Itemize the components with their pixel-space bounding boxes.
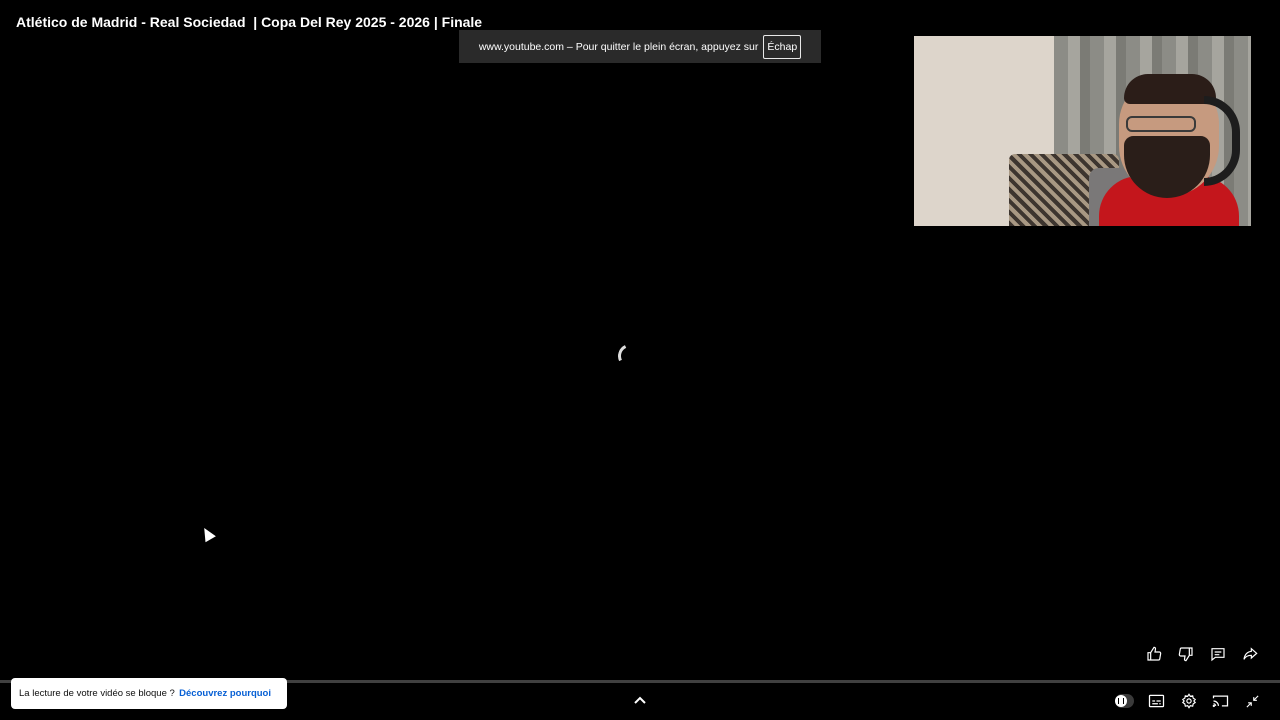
mouse-cursor-icon xyxy=(199,525,216,543)
fullscreen-exit-banner: www.youtube.com – Pour quitter le plein … xyxy=(459,30,821,63)
escape-key-badge: Échap xyxy=(763,34,802,59)
autoplay-toggle[interactable] xyxy=(1115,690,1134,712)
player-controls-right xyxy=(1115,690,1262,712)
playback-notice: La lecture de votre vidéo se bloque ? Dé… xyxy=(11,678,287,709)
settings-icon[interactable] xyxy=(1179,690,1198,712)
playback-notice-text: La lecture de votre vidéo se bloque ? xyxy=(19,688,175,699)
like-icon[interactable] xyxy=(1143,644,1165,664)
fullscreen-banner-text: www.youtube.com – Pour quitter le plein … xyxy=(478,40,759,53)
video-actions xyxy=(1143,644,1261,664)
share-icon[interactable] xyxy=(1239,644,1261,664)
learn-why-link[interactable]: Découvrez pourquoi xyxy=(179,688,279,699)
video-title: Atlético de Madrid - Real Sociedad | Cop… xyxy=(16,14,483,30)
subtitles-icon[interactable] xyxy=(1147,690,1166,712)
exit-fullscreen-icon[interactable] xyxy=(1243,690,1262,712)
dislike-icon[interactable] xyxy=(1175,644,1197,664)
comment-icon[interactable] xyxy=(1207,644,1229,664)
loading-spinner-icon xyxy=(614,340,646,372)
cast-icon[interactable] xyxy=(1211,690,1230,712)
chevron-up-icon[interactable] xyxy=(630,690,650,710)
webcam-overlay xyxy=(914,36,1251,226)
